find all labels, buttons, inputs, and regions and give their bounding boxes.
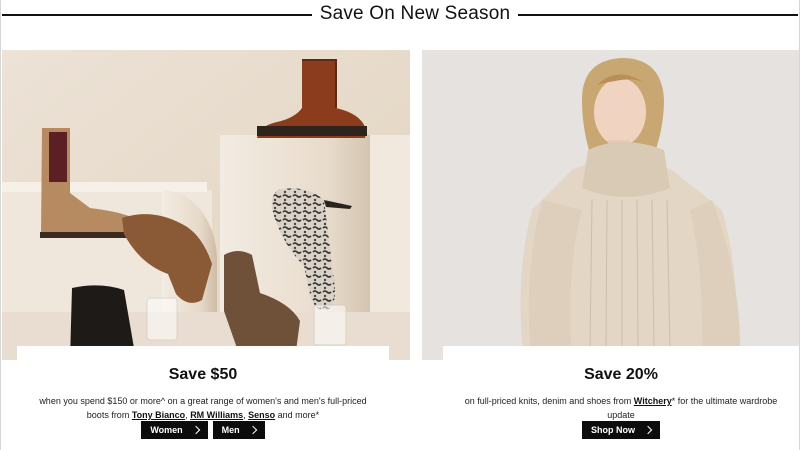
chevron-right-icon xyxy=(191,425,200,435)
shop-now-button-label: Shop Now xyxy=(591,425,635,435)
offer-buttons: Women Men xyxy=(17,421,389,439)
header-rule-right xyxy=(518,14,798,16)
knitwear-offer-card: Save 20% on full-priced knits, denim and… xyxy=(443,346,799,450)
offer-buttons: Shop Now xyxy=(443,421,799,439)
women-button-label: Women xyxy=(150,425,183,435)
offer-text-end: and more* xyxy=(275,410,320,420)
brand-link-senso[interactable]: Senso xyxy=(248,410,275,420)
chevron-right-icon xyxy=(248,425,257,435)
women-button[interactable]: Women xyxy=(141,421,208,439)
men-button[interactable]: Men xyxy=(212,421,265,439)
offer-text-start: on full-priced knits, denim and shoes fr… xyxy=(464,396,634,406)
brand-link-tony-bianco[interactable]: Tony Bianco xyxy=(132,410,185,420)
brand-link-rm-williams[interactable]: RM Williams xyxy=(190,410,243,420)
model-illustration xyxy=(422,50,799,360)
shop-now-button[interactable]: Shop Now xyxy=(582,421,660,439)
offer-heading: Save $50 xyxy=(168,366,238,383)
knitwear-promo-image[interactable] xyxy=(422,50,799,360)
offer-description: on full-priced knits, denim and shoes fr… xyxy=(461,394,781,422)
offer-heading: Save 20% xyxy=(584,366,658,383)
section-header: Save On New Season xyxy=(0,0,800,30)
men-button-label: Men xyxy=(221,425,240,435)
brand-link-witchery[interactable]: Witchery xyxy=(634,396,672,406)
header-rule-left xyxy=(2,14,312,16)
boots-offer-card: Save $50 when you spend $150 or more^ on… xyxy=(17,346,389,450)
section-title: Save On New Season xyxy=(319,3,511,24)
offer-description: when you spend $150 or more^ on a great … xyxy=(38,394,368,422)
boots-promo-image[interactable] xyxy=(2,50,410,360)
chevron-right-icon xyxy=(643,425,653,435)
boots-illustration xyxy=(2,50,410,360)
